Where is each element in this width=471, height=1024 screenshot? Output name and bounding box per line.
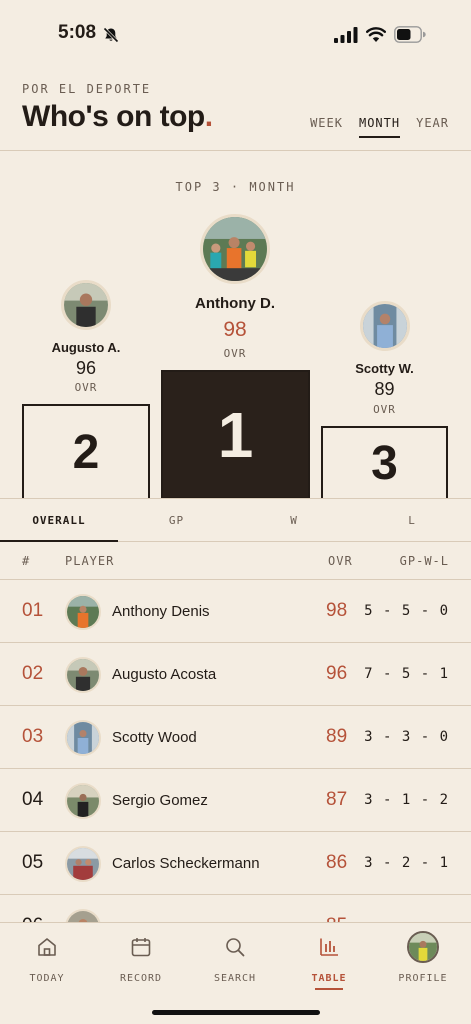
- table-row[interactable]: 06 85: [0, 895, 471, 922]
- podium-second-ovr-label: OVR: [74, 381, 98, 394]
- page-title-text: Who's on top: [22, 100, 205, 133]
- podium-block-second: 2: [22, 404, 150, 499]
- battery-icon: [394, 26, 426, 43]
- nav-label: RECORD: [119, 973, 163, 984]
- sort-tab-overall[interactable]: OVERALL: [0, 499, 118, 542]
- sort-tab-w[interactable]: W: [235, 499, 353, 542]
- podium-block-first: 1: [161, 370, 310, 499]
- bell-slash-icon: [103, 27, 119, 43]
- sort-tabs: OVERALL GP W L: [0, 499, 471, 542]
- row-ovr: 96: [326, 663, 348, 684]
- column-player: PLAYER: [65, 554, 115, 568]
- row-avatar: [65, 846, 101, 882]
- row-avatar: [65, 594, 101, 630]
- table-row[interactable]: 01 Anthony Denis 98 5 - 5 - 0: [0, 580, 471, 643]
- nav-profile[interactable]: PROFILE: [376, 931, 470, 984]
- player-photo: [363, 304, 407, 348]
- row-player-name: Anthony Denis: [112, 603, 210, 620]
- podium-second-name: Augusto A.: [51, 340, 121, 355]
- nav-table[interactable]: TABLE: [282, 935, 376, 990]
- period-tabs: WEEK MONTH YEAR: [310, 116, 449, 138]
- podium-third-ovr-label: OVR: [373, 403, 396, 416]
- nav-label: TODAY: [29, 973, 65, 984]
- eyebrow-label: POR EL DEPORTE: [22, 82, 152, 96]
- nav-label: PROFILE: [398, 973, 448, 984]
- podium-block-third: 3: [321, 426, 448, 499]
- row-ovr: 87: [326, 789, 348, 810]
- search-icon: [226, 938, 245, 957]
- row-avatar: [65, 657, 101, 693]
- sort-tab-gp[interactable]: GP: [118, 499, 235, 542]
- avatar-second[interactable]: [61, 280, 111, 330]
- row-avatar: [65, 783, 101, 819]
- column-rank: #: [22, 554, 31, 568]
- row-ovr: 98: [326, 600, 348, 621]
- table-row[interactable]: 03 Scotty Wood 89 3 - 3 - 0: [0, 706, 471, 769]
- row-avatar: [65, 909, 101, 922]
- row-avatar: [65, 720, 101, 756]
- nav-label: TABLE: [311, 973, 347, 984]
- row-gpwl: 7 - 5 - 1: [364, 666, 449, 682]
- nav-label: SEARCH: [213, 973, 257, 984]
- tab-week[interactable]: WEEK: [310, 116, 343, 138]
- podium-caption: TOP 3 · MONTH: [175, 180, 296, 194]
- row-player-name: Sergio Gomez: [112, 792, 208, 809]
- page-title: Who's on top.: [22, 100, 213, 134]
- row-rank: 01: [22, 600, 44, 621]
- podium-third-score: 89: [374, 379, 395, 399]
- table-header: # PLAYER OVR GP-W-L: [0, 543, 471, 580]
- row-rank: 06: [22, 915, 43, 922]
- sort-tab-l[interactable]: L: [353, 499, 471, 542]
- row-rank: 03: [22, 726, 44, 747]
- row-gpwl: 5 - 5 - 0: [364, 603, 449, 619]
- row-player-name: Scotty Wood: [112, 729, 197, 746]
- player-photo: [64, 283, 108, 327]
- bar-chart-icon: [320, 938, 338, 956]
- podium-first-score: 98: [223, 318, 247, 341]
- table-row[interactable]: 02 Augusto Acosta 96 7 - 5 - 1: [0, 643, 471, 706]
- row-player-name: Carlos Scheckermann: [112, 855, 260, 872]
- home-indicator: [152, 1010, 320, 1015]
- podium-first-ovr-label: OVR: [223, 347, 247, 360]
- profile-avatar: [407, 931, 439, 963]
- table-row[interactable]: 04 Sergio Gomez 87 3 - 1 - 2: [0, 769, 471, 832]
- podium-first-name: Anthony D.: [195, 295, 275, 312]
- table-row[interactable]: 05 Carlos Scheckermann 86 3 - 2 - 1: [0, 832, 471, 895]
- row-rank: 04: [22, 789, 44, 810]
- podium-third-name: Scotty W.: [355, 361, 414, 376]
- row-ovr: 89: [326, 726, 348, 747]
- avatar-first[interactable]: [200, 214, 270, 284]
- nav-search[interactable]: SEARCH: [188, 935, 282, 984]
- row-rank: 05: [22, 852, 44, 873]
- row-player-name: Augusto Acosta: [112, 666, 217, 683]
- column-ovr: OVR: [328, 554, 353, 568]
- page-header: POR EL DEPORTE Who's on top. WEEK MONTH …: [0, 78, 471, 151]
- bottom-nav: TODAY RECORD SEARCH TABLE PROFILE: [0, 922, 471, 1024]
- status-bar: 5:08: [0, 0, 471, 60]
- status-time: 5:08: [58, 22, 97, 43]
- row-gpwl: 3 - 2 - 1: [364, 855, 449, 871]
- wifi-icon: [366, 27, 386, 42]
- column-gpwl: GP-W-L: [399, 554, 449, 568]
- row-gpwl: 3 - 3 - 0: [364, 729, 449, 745]
- active-tab-indicator: [315, 988, 343, 990]
- leaderboard-list: 01 Anthony Denis 98 5 - 5 - 0 02 Augusto…: [0, 580, 471, 922]
- row-rank: 02: [22, 663, 44, 684]
- row-ovr: 85: [326, 915, 347, 922]
- title-accent-dot: .: [204, 100, 213, 133]
- calendar-icon: [131, 938, 151, 957]
- row-ovr: 86: [326, 852, 348, 873]
- row-gpwl: 3 - 1 - 2: [364, 792, 449, 808]
- player-photo: [203, 217, 267, 281]
- avatar-third[interactable]: [360, 301, 410, 351]
- tab-year[interactable]: YEAR: [416, 116, 449, 138]
- tab-month[interactable]: MONTH: [358, 116, 401, 138]
- nav-today[interactable]: TODAY: [0, 935, 94, 984]
- signal-icon: [334, 27, 358, 43]
- home-icon: [38, 938, 56, 956]
- podium-second-score: 96: [75, 358, 97, 378]
- nav-record[interactable]: RECORD: [94, 935, 188, 984]
